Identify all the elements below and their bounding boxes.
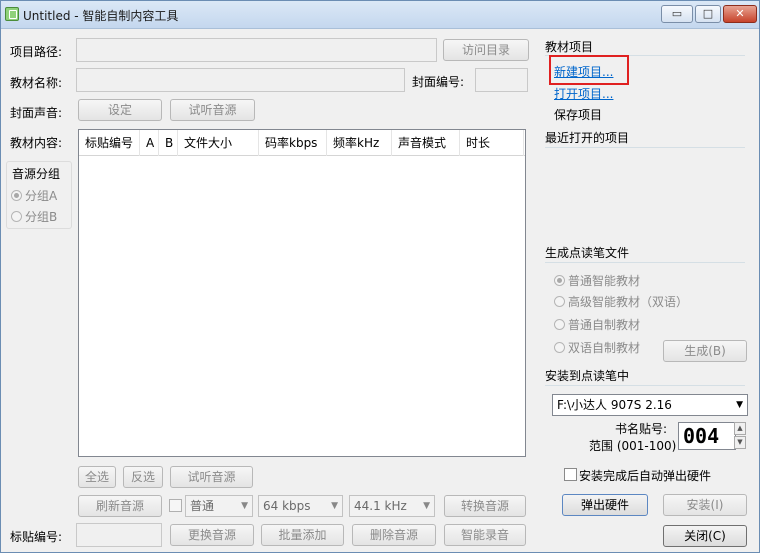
install-button[interactable]: 安装(I) bbox=[663, 494, 747, 516]
generate-button[interactable]: 生成(B) bbox=[663, 340, 747, 362]
section-divider bbox=[545, 385, 745, 386]
auto-eject-checkbox[interactable] bbox=[564, 468, 577, 481]
minimize-button[interactable]: ▭ bbox=[661, 5, 693, 23]
radio-dot-icon bbox=[554, 319, 565, 330]
book-sticker-label: 书名贴号: bbox=[615, 422, 668, 436]
material-name-label: 教材名称: bbox=[10, 76, 63, 90]
material-name-field[interactable] bbox=[76, 68, 405, 92]
col-frequency[interactable]: 频率kHz bbox=[327, 130, 392, 156]
project-path-field[interactable] bbox=[76, 38, 437, 62]
preview-cover-audio-button[interactable]: 试听音源 bbox=[170, 99, 255, 121]
preview-audio-button[interactable]: 试听音源 bbox=[170, 466, 253, 488]
radio-dot-icon bbox=[554, 342, 565, 353]
browse-dir-button[interactable]: 访问目录 bbox=[443, 39, 529, 61]
set-cover-sound-button[interactable]: 设定 bbox=[78, 99, 162, 121]
cover-no-field[interactable] bbox=[475, 68, 528, 92]
highlight-box bbox=[549, 55, 629, 85]
replace-audio-button[interactable]: 更换音源 bbox=[170, 524, 254, 546]
group-a-radio[interactable]: 分组A bbox=[11, 187, 57, 204]
close-button[interactable]: 关闭(C) bbox=[663, 525, 747, 547]
col-file-size[interactable]: 文件大小 bbox=[178, 130, 259, 156]
batch-add-button[interactable]: 批量添加 bbox=[261, 524, 344, 546]
listview-header: 标贴编号 A B 文件大小 码率kbps 频率kHz 声音模式 时长 bbox=[79, 130, 525, 156]
spin-down-icon[interactable]: ▼ bbox=[734, 436, 746, 449]
app-icon bbox=[5, 7, 19, 21]
audio-group-title: 音源分组 bbox=[12, 167, 61, 181]
content-label: 教材内容: bbox=[10, 136, 63, 150]
col-sound-mode[interactable]: 声音模式 bbox=[392, 130, 460, 156]
invert-selection-button[interactable]: 反选 bbox=[123, 466, 163, 488]
cover-no-label: 封面编号: bbox=[412, 75, 465, 89]
dropdown-arrow-icon: ▼ bbox=[331, 501, 338, 511]
range-label: 范围 (001-100) bbox=[589, 439, 677, 453]
bitrate-combo[interactable]: 64 kbps ▼ bbox=[258, 495, 343, 517]
convert-enable-checkbox[interactable] bbox=[169, 499, 182, 512]
sticker-no-label: 标贴编号: bbox=[10, 530, 63, 544]
window-title: Untitled - 智能自制内容工具 bbox=[23, 9, 179, 23]
app-window: Untitled - 智能自制内容工具 ▭ □ ✕ 项目路径: 访问目录 教材名… bbox=[0, 0, 760, 553]
material-project-title: 教材项目 bbox=[545, 40, 594, 54]
col-sticker-no[interactable]: 标贴编号 bbox=[79, 130, 140, 156]
section-divider bbox=[545, 147, 745, 148]
auto-eject-label: 安装完成后自动弹出硬件 bbox=[579, 469, 712, 483]
radio-dot-icon bbox=[554, 296, 565, 307]
opt-normal-custom-radio[interactable]: 普通自制教材 bbox=[554, 316, 640, 333]
group-b-radio[interactable]: 分组B bbox=[11, 208, 57, 225]
select-all-button[interactable]: 全选 bbox=[78, 466, 116, 488]
spin-up-icon[interactable]: ▲ bbox=[734, 422, 746, 435]
device-combo[interactable]: F:\小达人 907S 2.16 ▼ bbox=[552, 394, 748, 416]
open-project-link[interactable]: 打开项目... bbox=[554, 85, 613, 102]
radio-dot-icon bbox=[11, 211, 22, 222]
save-project-item[interactable]: 保存项目 bbox=[554, 106, 602, 123]
delete-audio-button[interactable]: 删除音源 bbox=[352, 524, 436, 546]
section-divider bbox=[545, 262, 745, 263]
eject-hardware-button[interactable]: 弹出硬件 bbox=[562, 494, 648, 516]
dropdown-arrow-icon: ▼ bbox=[423, 501, 430, 511]
install-title: 安装到点读笔中 bbox=[545, 369, 630, 383]
col-b[interactable]: B bbox=[159, 130, 178, 156]
radio-dot-icon bbox=[554, 275, 565, 286]
col-a[interactable]: A bbox=[140, 130, 159, 156]
project-path-label: 项目路径: bbox=[10, 45, 63, 59]
sticker-no-field[interactable] bbox=[76, 523, 162, 547]
refresh-audio-button[interactable]: 刷新音源 bbox=[78, 495, 162, 517]
close-window-button[interactable]: ✕ bbox=[723, 5, 757, 23]
opt-normal-smart-radio[interactable]: 普通智能教材 bbox=[554, 272, 640, 289]
frequency-combo[interactable]: 44.1 kHz ▼ bbox=[349, 495, 435, 517]
content-listview[interactable]: 标贴编号 A B 文件大小 码率kbps 频率kHz 声音模式 时长 bbox=[78, 129, 526, 457]
recent-projects-title: 最近打开的项目 bbox=[545, 131, 630, 145]
mode-combo[interactable]: 普通 ▼ bbox=[185, 495, 253, 517]
dropdown-arrow-icon: ▼ bbox=[736, 400, 743, 410]
opt-advanced-smart-radio[interactable]: 高级智能教材（双语） bbox=[554, 293, 688, 310]
cover-sound-label: 封面声音: bbox=[10, 106, 63, 120]
radio-dot-icon bbox=[11, 190, 22, 201]
dropdown-arrow-icon: ▼ bbox=[241, 501, 248, 511]
opt-bilingual-custom-radio[interactable]: 双语自制教材 bbox=[554, 339, 640, 356]
col-bitrate[interactable]: 码率kbps bbox=[259, 130, 327, 156]
maximize-button[interactable]: □ bbox=[695, 5, 721, 23]
generate-title: 生成点读笔文件 bbox=[545, 246, 630, 260]
convert-audio-button[interactable]: 转换音源 bbox=[444, 495, 526, 517]
col-duration[interactable]: 时长 bbox=[460, 130, 524, 156]
title-bar[interactable]: Untitled - 智能自制内容工具 ▭ □ ✕ bbox=[1, 1, 759, 29]
book-number-field[interactable]: 004 bbox=[678, 422, 736, 450]
smart-record-button[interactable]: 智能录音 bbox=[444, 524, 526, 546]
